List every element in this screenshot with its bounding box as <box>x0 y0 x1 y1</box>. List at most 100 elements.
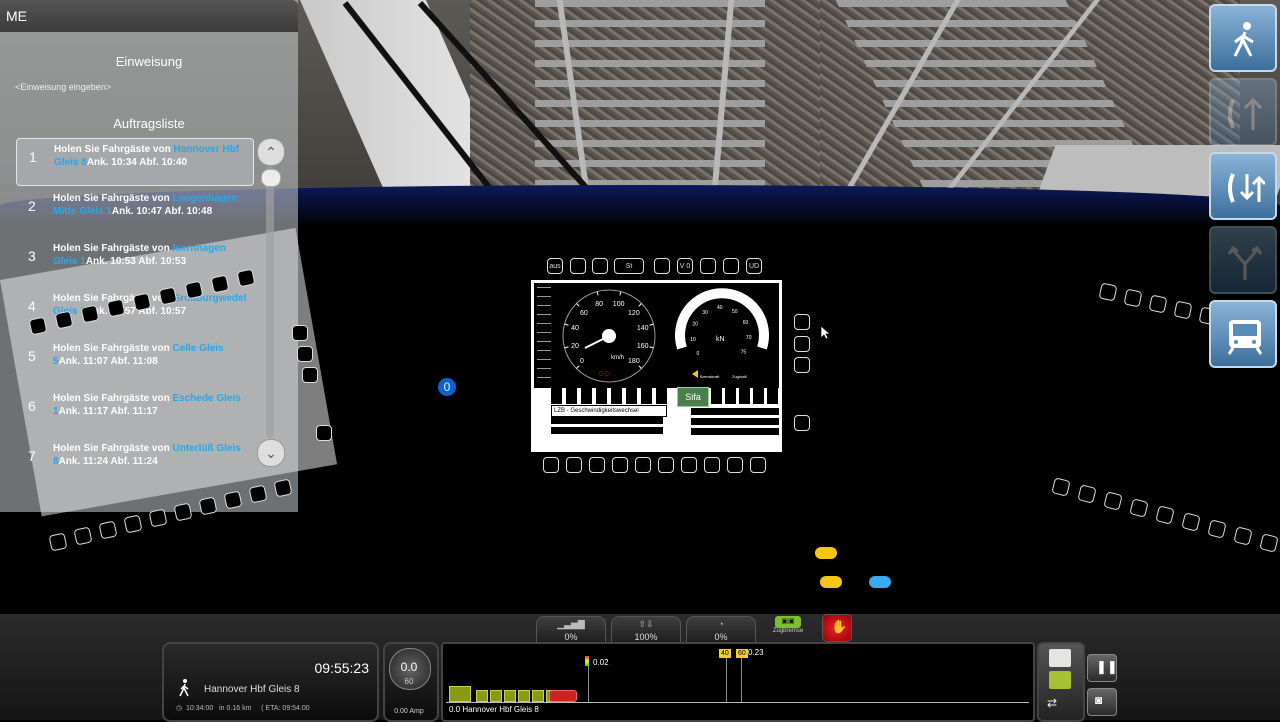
emergency-brake-button[interactable]: ✋ <box>822 614 852 642</box>
cab-key[interactable] <box>248 484 268 504</box>
cab-key[interactable] <box>794 415 810 431</box>
order-item[interactable]: 5 Holen Sie Fahrgäste von Celle Gleis 5An… <box>16 338 252 384</box>
cab-key[interactable] <box>148 508 168 528</box>
scrollbar-track[interactable] <box>266 166 274 438</box>
dmi-status-cell <box>725 388 736 404</box>
cab-key[interactable] <box>566 457 582 473</box>
cab-key[interactable]: St <box>614 258 644 274</box>
cab-key[interactable] <box>750 457 766 473</box>
map-tools-box: ⇄ <box>1037 642 1085 722</box>
order-item[interactable]: 7 Holen Sie Fahrgäste von Unterlüß Gleis … <box>16 438 252 484</box>
cab-key[interactable] <box>48 532 68 552</box>
cab-key[interactable] <box>1098 282 1118 302</box>
cab-key[interactable] <box>635 457 651 473</box>
cab-key[interactable] <box>727 457 743 473</box>
pause-button[interactable]: ❚❚ <box>1087 654 1118 682</box>
panel-titlebar[interactable]: ME <box>0 0 298 32</box>
cab-key[interactable]: UD <box>746 258 762 274</box>
cab-key[interactable] <box>123 514 143 534</box>
cab-key[interactable] <box>1181 512 1201 532</box>
train-view-button[interactable] <box>1209 300 1277 368</box>
cab-key[interactable] <box>173 502 193 522</box>
cab-key[interactable] <box>612 457 628 473</box>
cab-key[interactable] <box>80 304 100 324</box>
cab-key[interactable] <box>210 274 230 294</box>
train-front-icon <box>1227 320 1263 355</box>
cab-key[interactable] <box>1077 484 1097 504</box>
cab-key[interactable] <box>700 258 716 274</box>
order-times: Ank. 10:47 Abf. 10:48 <box>111 206 213 217</box>
order-list-title: Auftragsliste <box>113 116 185 131</box>
cab-key[interactable] <box>570 258 586 274</box>
phone-direction-button[interactable] <box>1209 152 1277 220</box>
cab-key[interactable] <box>589 457 605 473</box>
cab-key[interactable] <box>73 526 93 546</box>
train-brake-label: Zugbremse <box>772 628 804 634</box>
cab-key[interactable] <box>1123 288 1143 308</box>
train-car-icon <box>449 686 471 702</box>
cab-key[interactable] <box>794 314 810 330</box>
cab-key[interactable] <box>98 520 118 540</box>
scrollbar-thumb[interactable] <box>261 169 281 187</box>
distance-marker-line <box>741 656 742 702</box>
cab-key[interactable] <box>723 258 739 274</box>
cab-key[interactable] <box>1233 526 1253 546</box>
order-item[interactable]: 1 Holen Sie Fahrgäste von Hannover Hbf Gl… <box>16 138 254 186</box>
hand-stop-icon: ✋ <box>831 619 848 634</box>
tasks-icon[interactable] <box>1049 671 1071 689</box>
cab-key[interactable] <box>1148 294 1168 314</box>
order-text: Holen Sie Fahrgäste von Eschede Gleis 1A… <box>53 392 248 418</box>
cab-key[interactable] <box>592 258 608 274</box>
switch-junction-button[interactable] <box>1209 226 1277 294</box>
order-item[interactable]: 6 Holen Sie Fahrgäste von Eschede Gleis 1… <box>16 388 252 434</box>
amperage-readout: 0.00 Amp <box>394 708 424 715</box>
direction-forward-button[interactable] <box>1209 78 1277 146</box>
cab-key[interactable] <box>198 496 218 516</box>
cab-key[interactable] <box>132 292 152 312</box>
cab-key[interactable] <box>54 310 74 330</box>
cab-key[interactable] <box>658 457 674 473</box>
walk-mode-button[interactable] <box>1209 4 1277 72</box>
cab-key[interactable] <box>316 425 332 441</box>
dmi-status-cell <box>551 388 562 404</box>
cab-key[interactable] <box>28 316 48 336</box>
order-item[interactable]: 2 Holen Sie Fahrgäste von Langenhagen Mit… <box>16 188 252 234</box>
cab-key[interactable] <box>681 457 697 473</box>
walking-person-icon <box>1233 22 1254 57</box>
cab-key[interactable] <box>223 490 243 510</box>
force-gauge-dial: 0 10 20 30 40 50 60 70 75 kN Bremskraft Zugkraft <box>675 288 769 379</box>
cab-key[interactable] <box>794 336 810 352</box>
switch-arrows-icon[interactable]: ⇄ <box>1047 696 1057 710</box>
cab-key[interactable] <box>1207 519 1227 539</box>
screenshot-button[interactable]: ◙ <box>1087 688 1117 716</box>
cab-key[interactable]: aus <box>547 258 563 274</box>
cab-key[interactable] <box>292 325 308 341</box>
cab-key[interactable] <box>158 286 178 306</box>
scroll-down-button[interactable]: ⌄ <box>257 439 285 467</box>
cab-key[interactable] <box>1103 491 1123 511</box>
cab-key[interactable] <box>1173 300 1193 320</box>
cab-key[interactable] <box>543 457 559 473</box>
cab-key[interactable] <box>297 346 313 362</box>
cab-key[interactable] <box>236 268 256 288</box>
cab-key[interactable]: V 0 <box>677 258 693 274</box>
cab-key[interactable] <box>184 280 204 300</box>
cab-key[interactable] <box>1259 533 1279 553</box>
cab-key[interactable] <box>794 357 810 373</box>
cab-key[interactable] <box>1155 505 1175 525</box>
cab-key[interactable] <box>704 457 720 473</box>
notebook-icon[interactable] <box>1049 649 1071 667</box>
cab-key[interactable] <box>273 478 293 498</box>
in-label: in <box>219 705 225 712</box>
cab-key[interactable] <box>1051 477 1071 497</box>
cab-key[interactable] <box>654 258 670 274</box>
cab-key[interactable] <box>106 298 126 318</box>
order-times: Ank. 10:34 Abf. 10:40 <box>86 157 188 168</box>
train-brake-indicator[interactable]: ▣▣ Zugbremse <box>770 614 806 642</box>
dmi-status-cell <box>596 388 607 404</box>
cab-key[interactable] <box>302 367 318 383</box>
scroll-up-button[interactable]: ⌃ <box>257 138 285 166</box>
lzb-message: LZB - Geschwindigkeitswechsel <box>551 405 667 417</box>
instruction-input[interactable]: <Einweisung eingeben> <box>15 82 111 92</box>
cab-key[interactable] <box>1129 498 1149 518</box>
